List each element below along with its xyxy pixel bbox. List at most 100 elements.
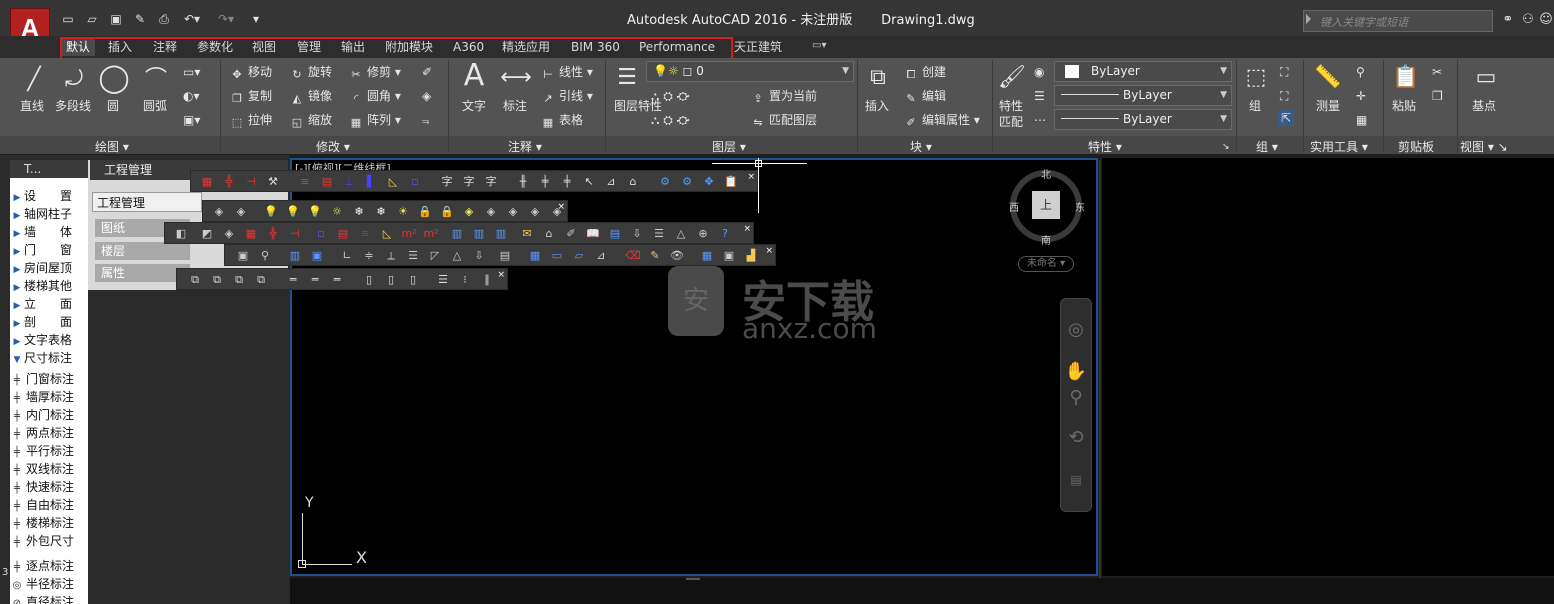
table-tool-icon[interactable]: ▦ — [527, 248, 543, 263]
menu-item-elevation[interactable]: ▶ 立 面 — [10, 295, 88, 313]
paste-button[interactable]: 粘贴 — [1392, 98, 1416, 114]
ucs-menu[interactable]: 未命名 ▾ — [1018, 256, 1074, 272]
snap3-icon[interactable]: ⟂ — [383, 248, 399, 263]
layer-properties-icon[interactable]: ☰ — [611, 62, 643, 94]
dim-tool2-icon[interactable]: ╪ — [537, 174, 553, 189]
table-tool2-icon[interactable]: ▭ — [549, 248, 565, 263]
group-select-icon[interactable]: ⇱ — [1278, 110, 1295, 126]
copy-button[interactable]: ❐ 复制 — [229, 88, 272, 105]
snap-icon[interactable]: ∟ — [339, 248, 355, 263]
elevation-mark-icon[interactable]: ⊿ — [603, 174, 619, 189]
create-block-button[interactable]: ⧠ 创建 — [903, 64, 946, 81]
color-dropdown[interactable]: ByLayer ▼ — [1054, 61, 1232, 82]
measure-tool-icon[interactable]: ⊿ — [593, 248, 609, 263]
distribute3-icon[interactable]: ═ — [329, 272, 345, 287]
chart-icon[interactable]: ▤ — [607, 226, 623, 241]
menu-item-text-table[interactable]: ▶ 文字表格 — [10, 331, 88, 349]
project-manager-dropdown[interactable]: 工程管理 — [92, 192, 202, 212]
bottom-viewport[interactable] — [290, 578, 1554, 604]
axis-icon[interactable]: ╬ — [221, 174, 237, 189]
distribute-icon[interactable]: ═ — [285, 272, 301, 287]
pan-icon[interactable]: ✋ — [1064, 360, 1088, 384]
open-file-icon[interactable]: ▱ — [84, 12, 100, 26]
ribbon-minimize-icon[interactable]: ▭▾ — [812, 40, 836, 54]
area-icon[interactable]: m² — [401, 226, 417, 241]
vertical-splitter[interactable] — [1099, 160, 1101, 578]
eraser-icon[interactable]: ⌫ — [625, 248, 641, 263]
binoculars-icon[interactable]: ⚭ — [1500, 12, 1516, 28]
table-tool3-icon[interactable]: ▱ — [571, 248, 587, 263]
text-tool-icon[interactable]: 字 — [439, 174, 455, 189]
menu-item-door-window[interactable]: ▶ 门 窗 — [10, 241, 88, 259]
block-panel-label[interactable]: 块 ▾ — [910, 140, 932, 154]
insert-button[interactable]: 插入 — [865, 98, 889, 114]
clipboard-tool-icon[interactable]: 📋 — [723, 174, 739, 189]
arrange-icon[interactable]: ▯ — [361, 272, 377, 287]
lock2-icon[interactable]: 🔒 — [439, 204, 455, 219]
splitter-handle[interactable] — [686, 578, 700, 580]
wall3-icon[interactable]: ⊥ — [341, 174, 357, 189]
circle-button[interactable]: 圆 — [107, 98, 119, 114]
submenu-quick-dim[interactable]: ╪ 快速标注 — [10, 478, 88, 496]
submenu-parallel-dim[interactable]: ╪ 平行标注 — [10, 442, 88, 460]
insert-block-icon[interactable]: ⧉ — [862, 62, 894, 94]
close-icon[interactable]: × — [497, 270, 505, 280]
door-icon[interactable]: ▌ — [363, 174, 379, 189]
snap4-icon[interactable]: ☰ — [405, 248, 421, 263]
print-icon[interactable]: ⎙ — [156, 12, 172, 26]
polyline-button[interactable]: 多段线 — [55, 98, 91, 114]
shape2-icon[interactable]: ◩ — [199, 226, 215, 241]
lock-icon[interactable]: 🔒 — [417, 204, 433, 219]
floating-toolbar-4[interactable]: ▣ ⚲ ▥ ▣ ∟ ≑ ⟂ ☰ ◸ △ ⇩ ▤ ▦ ▭ ▱ ⊿ ⌫ ✎ 👁 ▦ … — [224, 244, 776, 266]
tools-icon[interactable]: ⚙ — [657, 174, 673, 189]
showmotion-icon[interactable]: ▤ — [1064, 468, 1088, 492]
submenu-inner-door-dim[interactable]: ╪ 内门标注 — [10, 406, 88, 424]
menu-item-settings[interactable]: ▶ 设 置 — [10, 187, 88, 205]
wall-icon[interactable]: ≡ — [297, 174, 313, 189]
table-button[interactable]: ▦ 表格 — [540, 112, 583, 129]
quick-select-icon[interactable]: ⚲ — [1356, 64, 1365, 80]
snap5-icon[interactable]: ◸ — [427, 248, 443, 263]
note-icon[interactable]: ✎ — [647, 248, 663, 263]
close-icon[interactable]: × — [557, 202, 565, 212]
submenu-double-line-dim[interactable]: ╪ 双线标注 — [10, 460, 88, 478]
sun-icon[interactable]: ☼ — [329, 204, 345, 219]
trim-button[interactable]: ✂ 修剪 ▾ — [348, 64, 400, 81]
menu-item-stairs[interactable]: ▶ 楼梯其他 — [10, 277, 88, 295]
rotate-button[interactable]: ↻ 旋转 — [289, 64, 332, 81]
snowflake2-icon[interactable]: ❄ — [373, 204, 389, 219]
text-button[interactable]: 文字 — [462, 98, 486, 114]
target-icon[interactable]: ⊕ — [695, 226, 711, 241]
submenu-door-window-dim[interactable]: ╪ 门窗标注 — [10, 370, 88, 388]
shape-icon[interactable]: ◧ — [173, 226, 189, 241]
match-layer-button[interactable]: ⇋ 匹配图层 — [750, 112, 817, 129]
point-icon[interactable]: ✛ — [1356, 88, 1366, 104]
snowflake-icon[interactable]: ❄ — [351, 204, 367, 219]
array-button[interactable]: ▦ 阵列 ▾ — [348, 112, 401, 129]
close-icon[interactable]: × — [743, 224, 751, 234]
zoom-icon[interactable]: ⚲ — [257, 248, 273, 263]
groups-panel-label[interactable]: 组 ▾ — [1256, 140, 1278, 154]
base-button[interactable]: 基点 — [1472, 98, 1496, 114]
offset-icon[interactable]: ⫬ — [422, 112, 429, 128]
floating-toolbar-5[interactable]: ⧉ ⧉ ⧉ ⧉ ═ ═ ═ ▯ ▯ ▯ ☰ ⁝ ∥ × — [176, 268, 508, 290]
layer-tool4-icon[interactable]: ◈ — [483, 204, 499, 219]
leader-tool-icon[interactable]: ↖ — [581, 174, 597, 189]
scale-button[interactable]: ◱ 缩放 — [289, 112, 332, 129]
align-icon[interactable]: ⧉ — [187, 272, 203, 287]
book-icon[interactable]: 📖 — [585, 226, 601, 241]
slash-icon[interactable]: ∥ — [479, 272, 495, 287]
boundary-icon[interactable]: ▣▾ — [183, 112, 200, 128]
match-properties-button[interactable]: 特性匹配 — [999, 98, 1029, 130]
tools2-icon[interactable]: ⚙ — [679, 174, 695, 189]
measure-icon[interactable]: 📏 — [1312, 62, 1344, 94]
cut-icon[interactable]: ✂ — [1432, 64, 1442, 80]
brush-icon[interactable]: ✐ — [563, 226, 579, 241]
align3-icon[interactable]: ⧉ — [231, 272, 247, 287]
bulb-icon[interactable]: 💡 — [263, 204, 279, 219]
mirror-button[interactable]: ◭ 镜像 — [289, 88, 332, 105]
measure-button[interactable]: 测量 — [1316, 98, 1340, 114]
opening2-icon[interactable]: ▫ — [313, 226, 329, 241]
menu-item-wall[interactable]: ▶ 墙 体 — [10, 223, 88, 241]
floating-toolbar-3[interactable]: ◧ ◩ ◈ ▦ ╬ ⊣ ▫ ▤ ≡ ◺ m² m² ▥ ▥ ▥ ✉ ⌂ ✐ 📖 … — [164, 222, 754, 244]
